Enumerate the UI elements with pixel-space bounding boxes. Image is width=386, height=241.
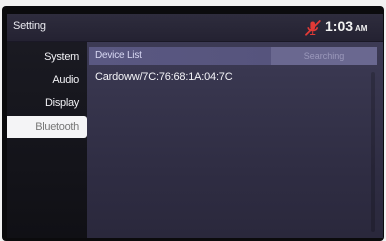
settings-sidebar: System Audio Display Bluetooth [7,42,87,238]
bluetooth-panel: Device List Searching Cardoww/7C:76:68:1… [89,42,383,238]
sidebar-item-audio[interactable]: Audio [7,69,87,91]
device-list-title: Device List [95,50,142,61]
device-name: Cardoww/7C:76:68:1A:04:7C [95,71,233,83]
infotainment-screen: Setting 1:03 AM System Audio Display Blue… [7,14,383,238]
list-item[interactable]: Cardoww/7C:76:68:1A:04:7C [89,67,377,89]
sidebar-item-bluetooth[interactable]: Bluetooth [7,116,87,138]
sidebar-item-label: Bluetooth [35,121,79,133]
clock-ampm: AM [355,24,368,33]
scrollbar[interactable] [371,72,375,232]
sidebar-item-display[interactable]: Display [7,92,87,114]
searching-button[interactable]: Searching [271,47,377,65]
clock: 1:03 AM [325,18,367,34]
sidebar-item-system[interactable]: System [7,46,87,68]
sidebar-item-label: Audio [52,74,79,86]
microphone-muted-icon [305,20,321,36]
sidebar-item-label: Display [45,97,79,109]
page-title: Setting [13,20,46,32]
clock-time: 1:03 [325,18,354,34]
sidebar-item-label: System [44,51,79,63]
status-bar: Setting 1:03 AM [7,14,383,42]
device-list-header: Device List Searching [89,47,377,65]
